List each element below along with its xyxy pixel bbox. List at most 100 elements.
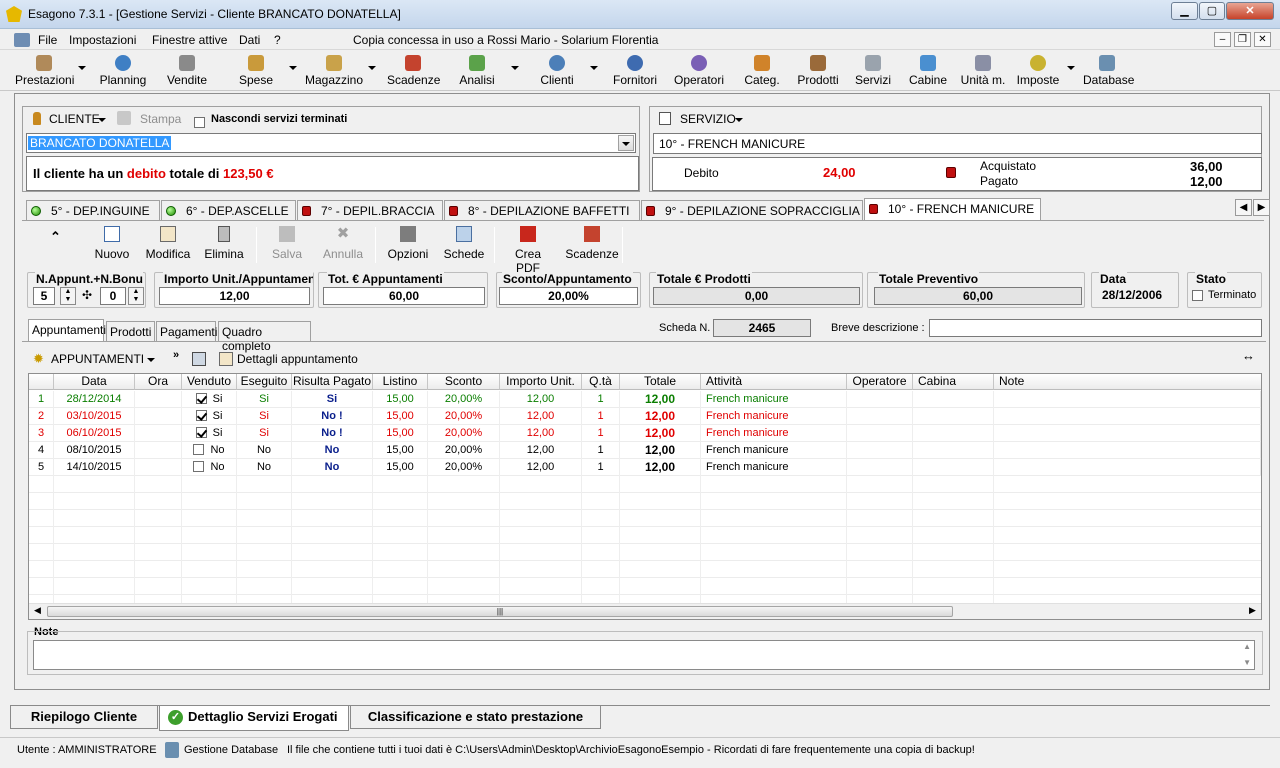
imposte-dropdown-icon[interactable]: [1067, 66, 1075, 70]
maximize-button[interactable]: ▢: [1199, 2, 1225, 20]
prestazioni-dropdown-icon[interactable]: [78, 66, 86, 70]
toolbar-categ[interactable]: Categ.: [744, 53, 780, 89]
toolbar-database[interactable]: Database: [1083, 53, 1134, 89]
nascondi-checkbox[interactable]: [194, 117, 205, 128]
servizio-dropdown-icon[interactable]: [735, 118, 743, 122]
col-totale[interactable]: Totale: [620, 374, 701, 390]
tab-riepilogo-cliente[interactable]: Riepilogo Cliente: [10, 706, 158, 729]
toolbar-analisi[interactable]: Analisi: [458, 53, 496, 89]
resize-horizontal-icon[interactable]: ↔: [1242, 348, 1255, 363]
menu-file[interactable]: File: [38, 33, 57, 47]
col-note[interactable]: Note: [994, 374, 1261, 390]
nappunt-input[interactable]: 5: [33, 287, 55, 305]
venduto-checkbox[interactable]: [193, 444, 205, 455]
clienti-dropdown-icon[interactable]: [590, 66, 598, 70]
subtab-quadro-completo[interactable]: Quadro completo: [218, 321, 311, 353]
col-eseguito[interactable]: Eseguito: [237, 374, 292, 390]
crea-pdf-button[interactable]: Crea PDF: [503, 226, 553, 275]
toolbar-vendite[interactable]: Vendite: [165, 53, 209, 89]
cliente-select[interactable]: BRANCATO DONATELLA: [26, 133, 636, 153]
nbonus-spinner[interactable]: ▲ ▼: [128, 287, 144, 305]
cliente-select-arrow[interactable]: [618, 135, 634, 151]
elimina-button[interactable]: Elimina: [203, 226, 245, 261]
toolbar-scadenze[interactable]: Scadenze: [387, 53, 440, 89]
toolbar-clienti[interactable]: Clienti: [538, 53, 576, 89]
col-qta[interactable]: Q.tà: [582, 374, 620, 390]
nbonus-input[interactable]: 0: [100, 287, 126, 305]
scroll-down-icon[interactable]: ▼: [1243, 658, 1251, 667]
mdi-minimize-button[interactable]: –: [1214, 32, 1231, 47]
table-row[interactable]: 3 06/10/2015 Si Si No ! 15,00 20,00% 12,00 1 12,0…: [29, 425, 1261, 442]
mdi-close-button[interactable]: ✕: [1254, 32, 1271, 47]
grid-settings-icon[interactable]: [192, 352, 206, 366]
menu-finestre-attive[interactable]: Finestre attive: [152, 33, 227, 47]
sconto-input[interactable]: 20,00%: [499, 287, 638, 305]
menu-impostazioni[interactable]: Impostazioni: [69, 33, 136, 47]
close-button[interactable]: ✕: [1226, 2, 1274, 20]
toolbar-prestazioni[interactable]: Prestazioni: [15, 53, 74, 89]
tab-classificazione[interactable]: Classificazione e stato prestazione: [350, 706, 601, 729]
scroll-right-icon[interactable]: ▶: [1249, 605, 1256, 616]
col-attivita[interactable]: Attività: [701, 374, 847, 390]
nappunt-spinner[interactable]: ▲ ▼: [60, 287, 76, 305]
tab-dettaglio-servizi[interactable]: ✓ Dettaglio Servizi Erogati: [159, 706, 349, 731]
col-importo-unit[interactable]: Importo Unit.: [500, 374, 582, 390]
toolbar-unita-m[interactable]: Unità m.: [960, 53, 1006, 89]
tabs-scroll-left[interactable]: ◀: [1235, 199, 1252, 216]
toolbar-spese[interactable]: Spese: [238, 53, 274, 89]
status-gestione-database[interactable]: Gestione Database: [184, 744, 278, 756]
scroll-left-icon[interactable]: ◀: [34, 605, 41, 616]
tab-service-9[interactable]: 9° - DEPILAZIONE SOPRACCIGLIA: [641, 200, 863, 220]
col-listino[interactable]: Listino: [373, 374, 428, 390]
venduto-checkbox[interactable]: [195, 393, 207, 404]
tab-service-5[interactable]: 5° - DEP.INGUINE: [26, 200, 160, 220]
magazzino-dropdown-icon[interactable]: [368, 66, 376, 70]
col-sconto[interactable]: Sconto: [428, 374, 500, 390]
tab-service-10[interactable]: 10° - FRENCH MANICURE: [864, 198, 1041, 221]
table-row[interactable]: 2 03/10/2015 Si Si No ! 15,00 20,00% 12,00 1 12,0…: [29, 408, 1261, 425]
note-textarea[interactable]: ▲ ▼: [33, 640, 1255, 670]
spese-dropdown-icon[interactable]: [289, 66, 297, 70]
horizontal-scrollbar[interactable]: ◀ ||| ▶: [29, 603, 1261, 619]
scroll-thumb[interactable]: |||: [47, 606, 953, 617]
subtab-prodotti[interactable]: Prodotti: [106, 321, 155, 341]
annulla-button[interactable]: ✖ Annulla: [321, 226, 365, 262]
col-data[interactable]: Data: [54, 374, 135, 390]
opzioni-button[interactable]: Opzioni: [386, 226, 430, 261]
toolbar-prodotti[interactable]: Prodotti: [795, 53, 841, 89]
stampa-button[interactable]: Stampa: [140, 112, 181, 126]
menu-dati[interactable]: Dati: [239, 33, 260, 47]
toolbar-cabine[interactable]: Cabine: [908, 53, 948, 89]
tab-service-6[interactable]: 6° - DEP.ASCELLE: [161, 200, 296, 220]
toolbar-magazzino[interactable]: Magazzino: [304, 53, 364, 89]
toolbar-planning[interactable]: Planning: [98, 53, 148, 89]
toolbar-servizi[interactable]: Servizi: [855, 53, 891, 89]
expand-icon[interactable]: »: [173, 349, 179, 361]
cliente-label[interactable]: CLIENTE: [49, 112, 100, 126]
importo-input[interactable]: 12,00: [159, 287, 310, 305]
subtab-pagamenti[interactable]: Pagamenti: [156, 321, 217, 341]
table-row[interactable]: 4 08/10/2015 No No No 15,00 20,00% 12,00 1 12,00 F…: [29, 442, 1261, 459]
table-row[interactable]: 1 28/12/2014 Si Si Si 15,00 20,00% 12,00 1 12,00 F…: [29, 391, 1261, 408]
appuntamenti-label[interactable]: APPUNTAMENTI: [51, 352, 144, 366]
salva-button[interactable]: Salva: [272, 226, 302, 261]
terminato-checkbox[interactable]: [1192, 290, 1203, 301]
nuovo-button[interactable]: Nuovo: [93, 226, 131, 261]
col-operatore[interactable]: Operatore: [847, 374, 913, 390]
analisi-dropdown-icon[interactable]: [511, 66, 519, 70]
venduto-checkbox[interactable]: [195, 427, 207, 438]
table-row[interactable]: 5 14/10/2015 No No No 15,00 20,00% 12,00 1 12,00 F…: [29, 459, 1261, 476]
subtab-appuntamenti[interactable]: Appuntamenti: [28, 319, 106, 341]
appuntamenti-dropdown-icon[interactable]: [147, 358, 155, 362]
col-ora[interactable]: Ora: [135, 374, 182, 390]
venduto-checkbox[interactable]: [193, 461, 205, 472]
tab-service-7[interactable]: 7° - DEPIL.BRACCIA: [297, 200, 443, 220]
menu-help[interactable]: ?: [274, 33, 281, 47]
schede-button[interactable]: Schede: [443, 226, 485, 261]
tab-service-8[interactable]: 8° - DEPILAZIONE BAFFETTI: [444, 200, 640, 220]
mdi-restore-button[interactable]: ❐: [1234, 32, 1251, 47]
scadenze-button[interactable]: Scadenze: [565, 226, 619, 261]
col-risulta-pagato[interactable]: Risulta Pagato: [292, 374, 373, 390]
servizio-label[interactable]: SERVIZIO: [680, 112, 736, 126]
col-cabina[interactable]: Cabina: [913, 374, 994, 390]
